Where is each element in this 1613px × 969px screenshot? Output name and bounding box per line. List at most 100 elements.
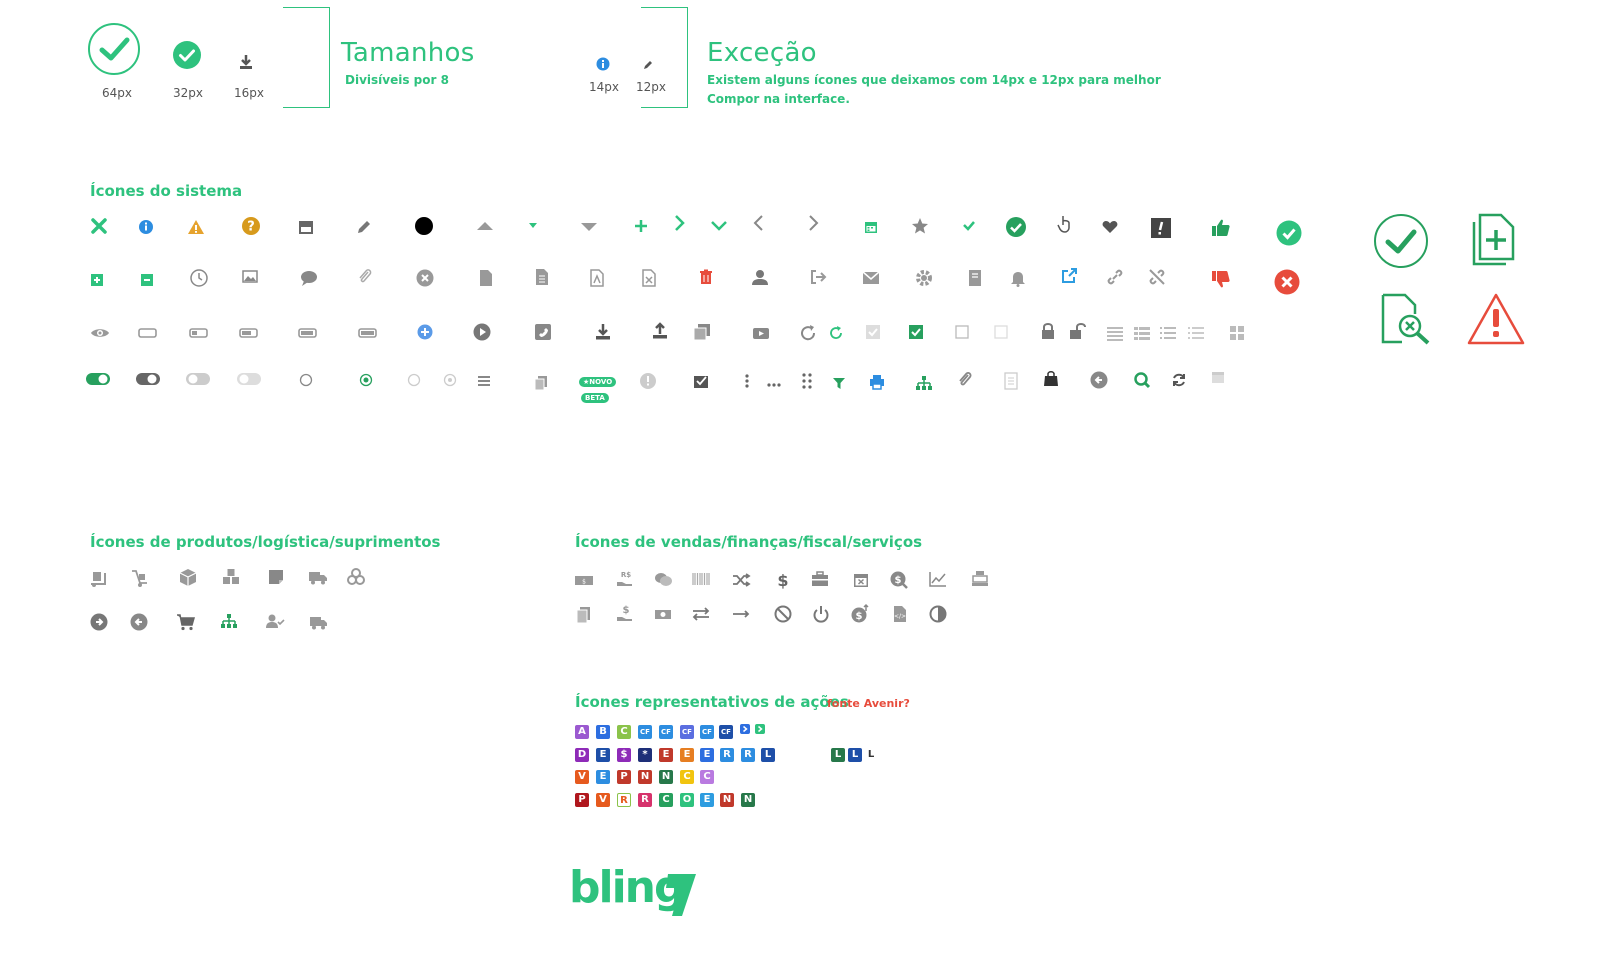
action-letter: V (596, 793, 610, 807)
delivery-truck-icon (307, 611, 329, 633)
lock-icon (1037, 320, 1059, 342)
action-letter: * (638, 748, 652, 762)
thumbs-up-icon (1210, 217, 1232, 239)
action-letter: O (680, 793, 694, 807)
print-icon (866, 371, 888, 393)
file-search-large-icon (1380, 292, 1434, 346)
info-icon (135, 216, 157, 238)
action-letter: E (596, 770, 610, 784)
action-letter: CF (719, 725, 733, 739)
info-icon-14 (596, 56, 610, 71)
arrow-left-circle-icon (1088, 369, 1110, 391)
calendar-x-icon (850, 569, 872, 591)
box-icon (177, 566, 199, 588)
close-circle-red-icon (1274, 269, 1300, 295)
action-letter: N (659, 770, 673, 784)
check-circle-icon (1005, 216, 1027, 238)
cart-icon (175, 611, 197, 633)
svg-text:$: $ (623, 605, 630, 616)
chevron-right-icon (668, 212, 690, 234)
check-icon-32 (172, 40, 202, 70)
arrow-left-circle-gray-icon (128, 611, 150, 633)
dollar-icon: $ (772, 569, 794, 591)
check-icon-64 (87, 22, 141, 76)
bell-icon (1007, 267, 1029, 289)
money-bill-icon: $ (573, 569, 595, 591)
action-letter: E (596, 748, 610, 762)
svg-text:$: $ (856, 611, 863, 622)
circle-filled-icon (413, 215, 435, 237)
download-icon-16 (238, 54, 254, 70)
unlock-icon (1066, 320, 1088, 342)
barcode-icon (690, 568, 712, 590)
action-letter: C (680, 770, 694, 784)
actions-section-note: fonte Avenir? (827, 697, 910, 710)
warning-large-icon (1466, 292, 1526, 346)
action-letter: L (831, 748, 845, 762)
action-letter: CF (659, 725, 673, 739)
logout-icon (807, 266, 829, 288)
action-letter: P (617, 770, 631, 784)
svg-text:</>: </> (894, 613, 906, 620)
toggle-on-icon (85, 368, 111, 390)
checkbox-empty-icon (951, 321, 973, 343)
paperclip-icon (354, 266, 376, 288)
action-letter: E (659, 748, 673, 762)
action-letter: V (575, 770, 589, 784)
triangle-up-icon (474, 215, 496, 237)
action-letter: E (700, 748, 714, 762)
sitemap-icon (913, 372, 935, 394)
exception-subtitle-2: Compor na interface. (707, 92, 850, 106)
action-letter: R (617, 793, 631, 807)
plus-circle-blue-icon (414, 321, 436, 343)
ban-icon (772, 603, 794, 625)
chevron-left-icon (748, 212, 770, 234)
exception-subtitle-1: Existem alguns ícones que deixamos com 1… (707, 73, 1161, 87)
briefcase-icon (809, 568, 831, 590)
checkbox-checked-icon (905, 321, 927, 343)
shuffle-icon (730, 569, 752, 591)
check-circle-large-icon (1373, 213, 1429, 269)
filter-icon (828, 372, 850, 394)
dollar-up-icon: $ (849, 603, 871, 625)
dollar-search-icon: $ (888, 569, 910, 591)
action-letter: N (638, 770, 652, 784)
action-letter: N (720, 793, 734, 807)
svg-text:?: ? (247, 220, 255, 235)
upload-icon (649, 320, 671, 342)
size-label-14: 14px (589, 80, 619, 94)
action-letter: C (659, 793, 673, 807)
phone-square-icon (532, 321, 554, 343)
radio-disabled-icon (403, 369, 425, 391)
sales-section-title: Ícones de vendas/finanças/fiscal/serviço… (575, 533, 923, 551)
chevron-right-gray-icon (802, 212, 824, 234)
video-icon (750, 322, 772, 344)
action-letter: R (638, 793, 652, 807)
document-light-icon (1000, 370, 1022, 392)
sizes-subtitle: Divisíveis por 8 (345, 73, 449, 87)
size-label-64: 64px (102, 86, 132, 100)
exclamation-circle-icon (637, 370, 659, 392)
action-letter: R (741, 748, 755, 762)
toggle-off-gray-icon (185, 368, 211, 390)
sync-icon (1168, 369, 1190, 391)
action-letter: L (864, 748, 878, 762)
line-chart-icon (927, 568, 949, 590)
menu-icon (473, 370, 495, 392)
triangle-down-icon (578, 215, 600, 237)
action-letter: E (680, 748, 694, 762)
arrow-right-circle-icon (88, 611, 110, 633)
image-icon (239, 266, 261, 288)
battery-full-icon (357, 322, 379, 344)
clock-icon (188, 267, 210, 289)
eye-icon (89, 322, 111, 344)
minus-square-icon (136, 269, 158, 291)
battery-low-icon (188, 322, 210, 344)
chat-bubble-icon (298, 267, 320, 289)
trash-icon (695, 266, 717, 288)
svg-text:$: $ (895, 575, 902, 586)
search-icon (1131, 369, 1153, 391)
battery-empty-icon (137, 322, 159, 344)
drag-handle-icon (796, 370, 818, 392)
svg-text:$: $ (582, 579, 586, 586)
